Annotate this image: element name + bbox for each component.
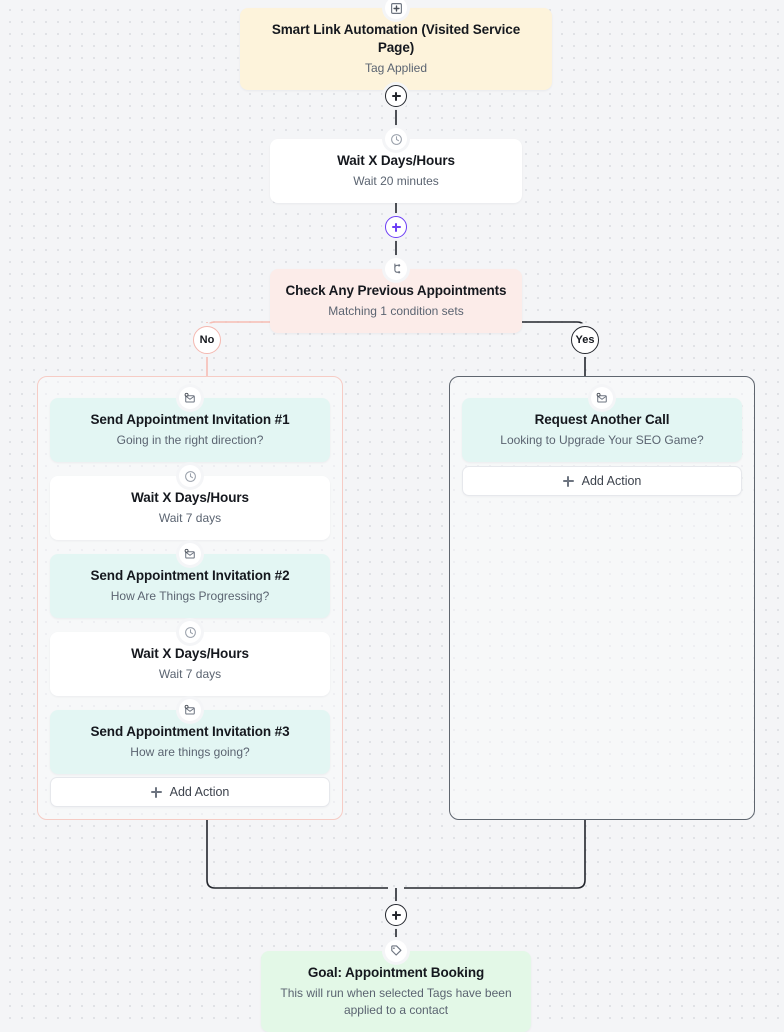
trigger-title: Smart Link Automation (Visited Service P… <box>271 22 521 56</box>
condition-node[interactable]: Check Any Previous Appointments Matching… <box>270 258 522 334</box>
add-step-button-1[interactable] <box>385 85 407 107</box>
tag-plus-icon <box>385 0 407 19</box>
no-step-5-title: Send Appointment Invitation #3 <box>90 724 290 739</box>
no-step-3-subtitle: How Are Things Progressing? <box>110 589 270 604</box>
yes-step-1-subtitle: Looking to Upgrade Your SEO Game? <box>500 433 704 448</box>
trigger-subtitle: Tag Applied <box>364 61 428 76</box>
mail-person-icon <box>179 543 201 565</box>
add-step-button-3[interactable] <box>385 904 407 926</box>
condition-subtitle: Matching 1 condition sets <box>328 304 464 319</box>
plus-icon-v <box>395 222 397 232</box>
plus-icon <box>562 475 574 487</box>
trigger-node[interactable]: Smart Link Automation (Visited Service P… <box>240 0 552 91</box>
condition-title: Check Any Previous Appointments <box>285 283 507 298</box>
plus-icon-v <box>395 91 397 101</box>
clock-icon <box>179 621 201 643</box>
plus-icon-v <box>395 910 397 920</box>
no-step-3-title: Send Appointment Invitation #2 <box>90 568 290 583</box>
branch-icon <box>385 258 407 280</box>
mail-person-icon <box>179 699 201 721</box>
workflow-canvas[interactable]: Smart Link Automation (Visited Service P… <box>0 0 784 1032</box>
clock-icon <box>385 128 407 150</box>
add-action-label: Add Action <box>169 785 230 799</box>
yes-step-1[interactable]: Request Another Call Looking to Upgrade … <box>462 387 742 463</box>
yes-step-1-title: Request Another Call <box>534 412 670 427</box>
add-action-no-branch[interactable]: Add Action <box>50 777 330 807</box>
tag-icon <box>385 940 407 962</box>
no-step-4[interactable]: Wait X Days/Hours Wait 7 days <box>50 621 330 697</box>
add-step-button-2[interactable] <box>385 216 407 238</box>
no-step-1-subtitle: Going in the right direction? <box>116 433 264 448</box>
add-action-label: Add Action <box>581 474 642 488</box>
plus-icon <box>150 786 162 798</box>
no-step-4-title: Wait X Days/Hours <box>131 646 249 661</box>
goal-subtitle: This will run when selected Tags have be… <box>280 986 512 1018</box>
no-step-2-title: Wait X Days/Hours <box>131 490 249 505</box>
no-step-3[interactable]: Send Appointment Invitation #2 How Are T… <box>50 543 330 619</box>
no-step-5[interactable]: Send Appointment Invitation #3 How are t… <box>50 699 330 775</box>
wait-top-title: Wait X Days/Hours <box>337 153 455 168</box>
wait-top-subtitle: Wait 20 minutes <box>353 174 439 189</box>
no-step-2[interactable]: Wait X Days/Hours Wait 7 days <box>50 465 330 541</box>
no-step-2-subtitle: Wait 7 days <box>158 511 222 526</box>
goal-node[interactable]: Goal: Appointment Booking This will run … <box>261 940 531 1032</box>
clock-icon <box>179 465 201 487</box>
mail-person-icon <box>179 387 201 409</box>
no-step-1-title: Send Appointment Invitation #1 <box>90 412 290 427</box>
goal-title: Goal: Appointment Booking <box>307 965 485 980</box>
no-step-1[interactable]: Send Appointment Invitation #1 Going in … <box>50 387 330 463</box>
no-step-5-subtitle: How are things going? <box>130 745 250 760</box>
wait-node-top[interactable]: Wait X Days/Hours Wait 20 minutes <box>270 128 522 204</box>
branch-label-no[interactable]: No <box>193 326 221 354</box>
mail-person-icon <box>591 387 613 409</box>
branch-label-yes[interactable]: Yes <box>571 326 599 354</box>
add-action-yes-branch[interactable]: Add Action <box>462 466 742 496</box>
no-step-4-subtitle: Wait 7 days <box>158 667 222 682</box>
